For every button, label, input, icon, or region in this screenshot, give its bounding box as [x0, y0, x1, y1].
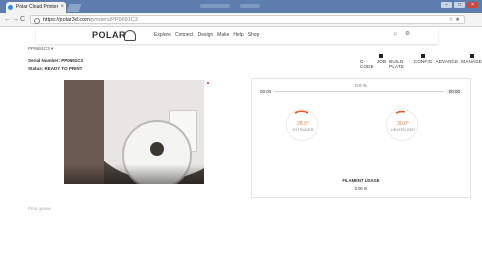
job-action[interactable]: JOB	[376, 54, 387, 69]
build-plate-action[interactable]: BUILD PLATE	[389, 59, 411, 69]
print-progress-panel: 0.0 % 00:00 00:00 28.0° EXTRUDER 30.0° H…	[251, 78, 471, 198]
notifications-icon[interactable]: ♫	[393, 31, 397, 37]
favicon-icon	[8, 5, 13, 10]
nav-shop[interactable]: Shop	[248, 32, 260, 38]
extruder-label: EXTRUDER	[292, 128, 314, 132]
close-window-button[interactable]: ×	[467, 2, 478, 8]
serial-number: Serial Number: PP0691C3	[28, 58, 84, 63]
back-button[interactable]: ←	[4, 15, 11, 24]
config-label: CONFIG	[413, 59, 433, 64]
bookmark-star-icon[interactable]: ☆ ★	[449, 16, 460, 25]
filament-usage-value: 0.00 m	[354, 186, 368, 191]
progress-percent: 0.0 %	[355, 83, 367, 88]
camera-scene-hole	[150, 142, 164, 156]
url-path: /printers/PP0691C3	[89, 17, 138, 23]
nav-help[interactable]: Help	[233, 32, 243, 38]
tab-title: Polar Cloud Printer	[16, 4, 59, 10]
remaining-time: 00:00	[446, 89, 462, 94]
url-host: https://polar3d.com	[43, 17, 90, 23]
gcode-action[interactable]: G-CODE	[360, 59, 374, 69]
reload-button[interactable]: C	[20, 15, 25, 24]
tab-placeholder[interactable]	[200, 4, 230, 8]
nav-explore[interactable]: Explore	[154, 32, 171, 38]
nav-connect[interactable]: Connect	[175, 32, 194, 38]
camera-feed[interactable]	[64, 80, 204, 184]
manage-label: MANAGE	[461, 59, 482, 64]
progress-bar	[274, 91, 444, 92]
maximize-button[interactable]: □	[454, 2, 465, 8]
tab-close-icon[interactable]: ×	[60, 2, 64, 13]
secure-lock-icon	[34, 18, 40, 24]
polar-logo-icon	[124, 30, 136, 41]
job-label: JOB	[376, 59, 387, 64]
minimize-button[interactable]: –	[441, 2, 452, 8]
config-icon	[421, 54, 426, 58]
config-action[interactable]: CONFIG	[413, 54, 433, 69]
settings-gear-icon[interactable]: ⚙	[405, 31, 410, 37]
window-controls: – □ ×	[441, 2, 478, 8]
browser-toolbar: ← → C https://polar3d.com/printers/PP069…	[0, 13, 482, 27]
job-icon	[379, 54, 384, 58]
build-plate-label: BUILD PLATE	[389, 59, 405, 69]
gcode-label: G-CODE	[360, 59, 374, 69]
printer-status: Status: READY TO PRINT	[28, 66, 83, 71]
advance-action[interactable]: ADVANCE	[435, 59, 458, 69]
filament-usage-title: FILAMENT USAGE	[342, 178, 380, 183]
browser-titlebar: Polar Cloud Printer × – □ ×	[0, 0, 482, 13]
site-logo[interactable]: POLAR	[92, 30, 126, 40]
elapsed-time: 00:00	[260, 89, 272, 94]
header-icons: ♫ ⚙	[393, 31, 410, 37]
nav-make[interactable]: Make	[217, 32, 229, 38]
extruder-temp: 28.0°	[297, 121, 309, 127]
printer-selector[interactable]: PP0691C3 ▾	[28, 46, 53, 52]
bed-temp: 30.0°	[397, 121, 409, 127]
bed-label: HEATED BED	[391, 128, 415, 132]
address-bar[interactable]: https://polar3d.com/printers/PP0691C3 ☆ …	[30, 15, 465, 24]
browser-tab[interactable]: Polar Cloud Printer ×	[6, 2, 66, 13]
site-header: POLAR Explore Connect Design Make Help S…	[36, 27, 438, 44]
print-queue-label: Print queue	[28, 206, 52, 211]
advance-label: ADVANCE	[435, 59, 459, 64]
camera-live-indicator	[207, 82, 209, 84]
camera-scene-shadow	[64, 164, 204, 184]
site-nav: Explore Connect Design Make Help Shop	[154, 32, 259, 38]
forward-button[interactable]: →	[12, 15, 19, 24]
new-tab-button[interactable]	[66, 4, 82, 12]
bed-gauge: 30.0° HEATED BED	[386, 109, 418, 141]
printer-actions: G-CODE JOB BUILD PLATE CONFIG ADVANCE MA…	[360, 54, 482, 69]
manage-icon	[469, 54, 474, 58]
manage-action[interactable]: MANAGE	[461, 54, 482, 69]
nav-design[interactable]: Design	[198, 32, 214, 38]
extruder-gauge: 28.0° EXTRUDER	[286, 109, 318, 141]
tab-placeholder[interactable]	[240, 4, 260, 8]
